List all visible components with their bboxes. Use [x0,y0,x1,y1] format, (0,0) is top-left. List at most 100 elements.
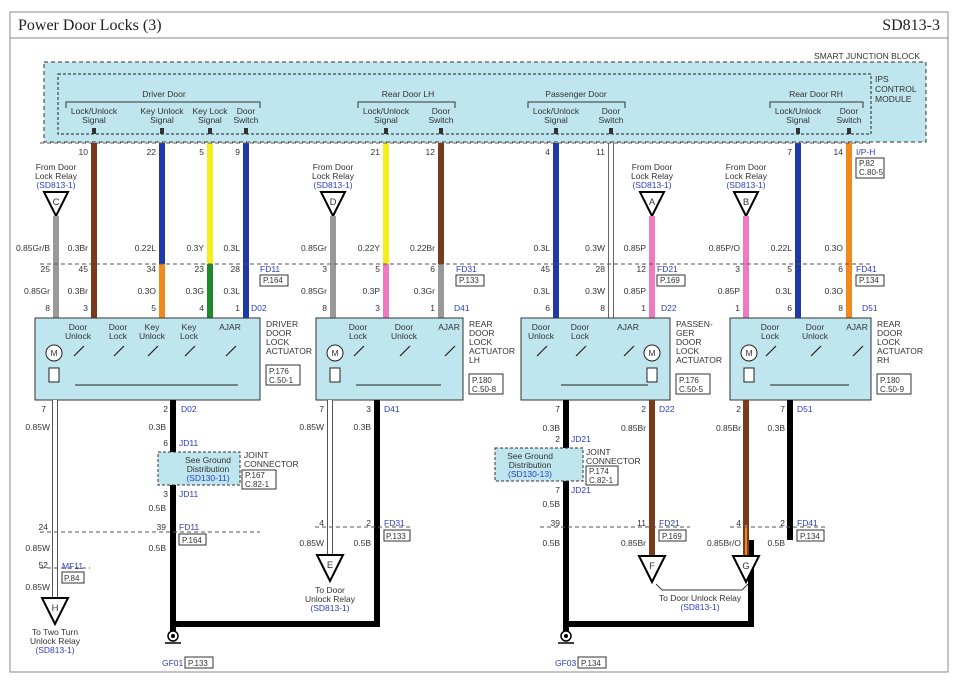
pin-mid: 28 [231,264,241,274]
pin-bottom: 1 [430,303,435,313]
gauge-bottom: 0.85Gr [24,286,50,296]
conn-jd21: JD21 [571,434,591,444]
gauge-bottom: 0.3Gr [414,286,435,296]
conn-d51-lower: D51 [797,404,813,414]
pin-bottom: 1 [235,303,240,313]
gauge-03b: 0.3B [149,422,167,432]
pin-fd41-2: 2 [780,518,785,528]
sjb-pin-tab [554,128,558,134]
conn-d41-lower: D41 [384,404,400,414]
connector-f-letter: F [649,561,655,572]
connector-g-letter: G [742,561,749,572]
connector-ref-name: FD21 [657,264,678,274]
gauge-top: 0.22L [771,243,793,253]
actuator-page: P.180 [880,376,900,385]
connector-ref-name: I/P-H [856,147,875,157]
gauge-085br-p2: 0.85Br [621,538,646,548]
gauge-top: 0.85Gr [301,243,327,253]
pin-mid: 28 [596,264,606,274]
fg-label-2: (SD813-1) [680,602,719,612]
relay-connector-letter: D [330,197,337,208]
sjb-col-label: Switch [598,115,623,125]
ground-gf03-dot [564,634,568,638]
sjb-col-label: Switch [233,115,258,125]
gauge-top: 0.22L [135,243,157,253]
connector-ref-page: P.133 [459,276,479,285]
motor-icon-label: M [648,348,655,358]
connector-ref-page: P.169 [660,276,680,285]
pin-d51-7: 7 [780,404,785,414]
gauge-top: 0.22Y [358,243,381,253]
gauge-top: 0.3Br [68,243,88,253]
motor-icon-label: M [331,348,338,358]
pin-bottom: 8 [45,303,50,313]
diagram-canvas: Power Door Locks (3) SD813-3 SMART JUNCT… [9,11,949,673]
gauge-05b-p: 0.5B [543,499,561,509]
gauge-bottom: 0.3Br [68,286,88,296]
pin-jd11-3: 3 [163,489,168,499]
jd21-page2: C.82-1 [589,476,614,485]
jd11-page: P.167 [245,471,265,480]
pin-top: 9 [235,147,240,157]
sjb-col-label: Signal [544,115,568,125]
pin-fd31-2: 2 [366,518,371,528]
actuator-name: ACTUATOR [266,346,312,356]
actuator-page: P.180 [472,376,492,385]
gauge-085w-b: 0.85W [25,543,50,553]
gauge-085w-lh2: 0.85W [299,538,324,548]
gauge-05b: 0.5B [149,503,167,513]
jd21-jc-2: CONNECTOR [586,456,641,466]
sjb-col-label: Switch [836,115,861,125]
fd41-page: P.134 [800,532,820,541]
gauge-bottom: 0.3G [186,286,204,296]
ground-gf03-name: GF03 [555,658,577,668]
actuator-switch-label: Unlock [802,331,829,341]
sjb-group-title: Rear Door RH [789,89,843,99]
pin-bottom: 4 [199,303,204,313]
pin-mid: 3 [735,264,740,274]
actuator-page2: C.50-5 [679,385,704,394]
pin-bottom: 3 [83,303,88,313]
gauge-05b-p2: 0.5B [543,538,561,548]
actuator-connector: D02 [251,303,267,313]
pin-mid: 5 [787,264,792,274]
jd11-jc-2: CONNECTOR [244,459,299,469]
gauge-085w-lh: 0.85W [299,422,324,432]
actuator-switch-label: Lock [761,331,780,341]
actuator-switch-label: Lock [109,331,128,341]
jd21-label-3: (SD130-13) [508,469,552,479]
gauge-05b-lh2: 0.5B [354,538,372,548]
gauge-03b-lh: 0.3B [354,422,372,432]
gauge-top: 0.3O [825,243,844,253]
resistor-icon [329,367,341,383]
gauge-bottom: 0.85P [718,286,741,296]
gauge-05b-b: 0.5B [149,543,167,553]
sjb-group-title: Passenger Door [545,89,607,99]
connector-ref-page: P.82 [859,159,875,168]
gauge-top: 0.3L [533,243,550,253]
fd31-page: P.133 [386,532,406,541]
actuator-switch-label: AJAR [438,322,460,332]
pin-mf11-52: 52 [39,560,49,570]
sjb-col-label: Signal [150,115,174,125]
pin-mid: 3 [322,264,327,274]
relay-ref: (SD813-1) [36,180,75,190]
relay-ref: (SD813-1) [313,180,352,190]
pin-top: 12 [426,147,436,157]
pin-bottom: 3 [375,303,380,313]
sjb-col-label: Signal [82,115,106,125]
connector-ref-page: P.164 [263,276,283,285]
ground-gf01-dot [171,634,175,638]
gauge-05b-rh: 0.5B [768,538,786,548]
gauge-top: 0.85P/O [709,243,741,253]
conn-fd21-lower: FD21 [659,518,680,528]
conn-fd11-lower: FD11 [179,522,199,532]
sjb-pin-tab [439,128,443,134]
pin-mid: 34 [147,264,157,274]
jd11-page2: C.82-1 [245,480,270,489]
gauge-bottom: 0.85P [624,286,647,296]
sjb-col-label: Signal [374,115,398,125]
sjb-group-title: Rear Door LH [382,89,434,99]
pin-bottom: 6 [787,303,792,313]
sjb-pin-tab [160,128,164,134]
